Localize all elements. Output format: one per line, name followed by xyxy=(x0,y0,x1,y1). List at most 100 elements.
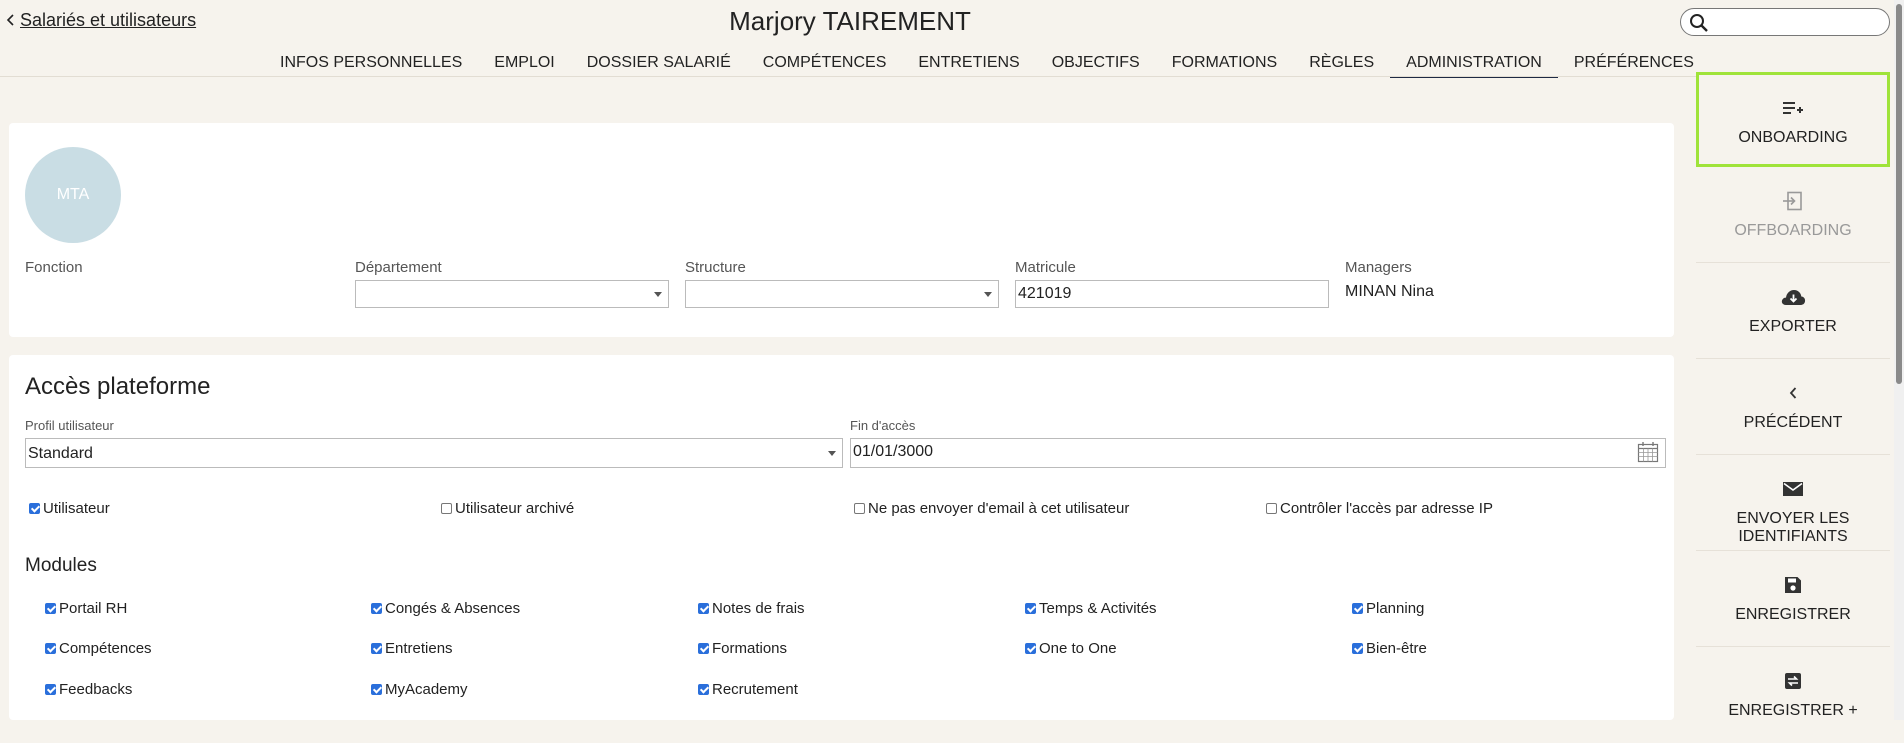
checkbox-checked[interactable] xyxy=(371,643,382,654)
search-input[interactable] xyxy=(1713,12,1885,34)
option-no-email[interactable]: Ne pas envoyer d'email à cet utilisateur xyxy=(854,500,1129,517)
managers-value: MINAN Nina xyxy=(1345,283,1434,300)
avatar[interactable]: MTA xyxy=(25,147,121,243)
checkbox-checked[interactable] xyxy=(45,603,56,614)
module-portail-rh[interactable]: Portail RH xyxy=(45,600,127,617)
enregistrer-button[interactable]: ENREGISTRER xyxy=(1696,552,1890,647)
module-myacademy[interactable]: MyAcademy xyxy=(371,681,468,698)
module-bien-etre[interactable]: Bien-être xyxy=(1352,640,1427,657)
module-label: Congés & Absences xyxy=(385,600,521,617)
save-icon xyxy=(1784,574,1802,596)
managers-label: Managers xyxy=(1345,259,1412,276)
module-notes-de-frais[interactable]: Notes de frais xyxy=(698,600,805,617)
checkbox-checked[interactable] xyxy=(1025,643,1036,654)
checkbox-checked[interactable] xyxy=(371,603,382,614)
module-temps-activites[interactable]: Temps & Activités xyxy=(1025,600,1157,617)
onboarding-button[interactable]: ONBOARDING xyxy=(1696,72,1890,167)
tab-infos-personnelles[interactable]: INFOS PERSONNELLES xyxy=(264,52,478,76)
checkbox[interactable] xyxy=(1266,503,1277,514)
envoyer-identifiants-label: ENVOYER LES IDENTIFIANTS xyxy=(1736,510,1850,545)
tab-preferences[interactable]: PRÉFÉRENCES xyxy=(1558,52,1710,76)
option-utilisateur[interactable]: Utilisateur xyxy=(29,500,110,517)
page-title: Marjory TAIREMENT xyxy=(729,6,971,36)
matricule-label: Matricule xyxy=(1015,259,1076,276)
offboarding-label: OFFBOARDING xyxy=(1734,222,1852,239)
module-label: Temps & Activités xyxy=(1039,600,1157,617)
calendar-icon[interactable] xyxy=(1637,441,1659,468)
tab-dossier-salarie[interactable]: DOSSIER SALARIÉ xyxy=(571,52,747,76)
save-next-icon xyxy=(1784,670,1802,692)
module-label: Bien-être xyxy=(1366,640,1427,657)
onboarding-label: ONBOARDING xyxy=(1738,129,1848,146)
module-label: Notes de frais xyxy=(712,600,805,617)
fonction-label: Fonction xyxy=(25,259,83,276)
chevron-left-icon xyxy=(1788,382,1798,404)
checkbox-checked[interactable] xyxy=(698,684,709,695)
matricule-input[interactable]: 421019 xyxy=(1015,280,1329,308)
fin-acces-input[interactable]: 01/01/3000 xyxy=(850,438,1666,468)
option-label: Contrôler l'accès par adresse IP xyxy=(1280,500,1493,517)
scrollbar-thumb[interactable] xyxy=(1896,4,1902,384)
fin-acces-label: Fin d'accès xyxy=(850,418,916,433)
structure-select[interactable] xyxy=(685,280,999,308)
option-utilisateur-archive[interactable]: Utilisateur archivé xyxy=(441,500,574,517)
checkbox-checked[interactable] xyxy=(1352,643,1363,654)
option-ip-control[interactable]: Contrôler l'accès par adresse IP xyxy=(1266,500,1493,517)
checkbox[interactable] xyxy=(854,503,865,514)
search-icon xyxy=(1690,14,1708,32)
module-conges-absences[interactable]: Congés & Absences xyxy=(371,600,520,617)
tab-formations[interactable]: FORMATIONS xyxy=(1156,52,1293,76)
module-label: MyAcademy xyxy=(385,681,468,698)
tab-entretiens[interactable]: ENTRETIENS xyxy=(902,52,1035,76)
module-recrutement[interactable]: Recrutement xyxy=(698,681,798,698)
tab-objectifs[interactable]: OBJECTIFS xyxy=(1036,52,1156,76)
profil-utilisateur-select[interactable]: Standard xyxy=(25,438,843,468)
access-card: Accès plateforme Profil utilisateur Stan… xyxy=(9,355,1674,720)
option-label: Ne pas envoyer d'email à cet utilisateur xyxy=(868,500,1130,517)
dropdown-arrow-icon xyxy=(654,292,662,297)
module-label: One to One xyxy=(1039,640,1117,657)
tab-administration[interactable]: ADMINISTRATION xyxy=(1390,52,1558,78)
profil-utilisateur-label: Profil utilisateur xyxy=(25,418,114,433)
checkbox-checked[interactable] xyxy=(45,643,56,654)
departement-select[interactable] xyxy=(355,280,669,308)
tab-emploi[interactable]: EMPLOI xyxy=(478,52,570,76)
search-box[interactable] xyxy=(1680,8,1890,36)
module-one-to-one[interactable]: One to One xyxy=(1025,640,1117,657)
module-formations[interactable]: Formations xyxy=(698,640,787,657)
enregistrer-plus-button[interactable]: ENREGISTRER + xyxy=(1696,648,1890,743)
module-planning[interactable]: Planning xyxy=(1352,600,1424,617)
cloud-download-icon xyxy=(1780,286,1806,308)
checkbox-checked[interactable] xyxy=(698,643,709,654)
profil-utilisateur-value: Standard xyxy=(28,445,93,462)
checkbox-checked[interactable] xyxy=(371,684,382,695)
tab-bar: INFOS PERSONNELLES EMPLOI DOSSIER SALARI… xyxy=(264,52,1710,78)
checkbox-checked[interactable] xyxy=(45,684,56,695)
module-label: Formations xyxy=(712,640,788,657)
tab-regles[interactable]: RÈGLES xyxy=(1293,52,1390,76)
enregistrer-plus-label: ENREGISTRER + xyxy=(1728,702,1858,719)
mail-icon xyxy=(1782,478,1804,500)
module-competences[interactable]: Compétences xyxy=(45,640,152,657)
checkbox-checked[interactable] xyxy=(1352,603,1363,614)
checkbox[interactable] xyxy=(441,503,452,514)
checkbox-checked[interactable] xyxy=(698,603,709,614)
scrollbar[interactable] xyxy=(1894,0,1904,720)
enregistrer-label: ENREGISTRER xyxy=(1735,606,1851,623)
tab-competences[interactable]: COMPÉTENCES xyxy=(747,52,903,76)
checkbox-checked[interactable] xyxy=(1025,603,1036,614)
exporter-label: EXPORTER xyxy=(1749,318,1837,335)
option-label: Utilisateur xyxy=(43,500,110,517)
precedent-button[interactable]: PRÉCÉDENT xyxy=(1696,360,1890,455)
fin-acces-value: 01/01/3000 xyxy=(853,443,934,460)
option-label: Utilisateur archivé xyxy=(455,500,575,517)
envoyer-identifiants-button[interactable]: ENVOYER LES IDENTIFIANTS xyxy=(1696,456,1890,551)
structure-label: Structure xyxy=(685,259,746,276)
module-entretiens[interactable]: Entretiens xyxy=(371,640,453,657)
offboarding-button[interactable]: OFFBOARDING xyxy=(1696,168,1890,263)
exporter-button[interactable]: EXPORTER xyxy=(1696,264,1890,359)
module-feedbacks[interactable]: Feedbacks xyxy=(45,681,132,698)
precedent-label: PRÉCÉDENT xyxy=(1743,414,1843,431)
checkbox-checked[interactable] xyxy=(29,503,40,514)
module-label: Recrutement xyxy=(712,681,798,698)
